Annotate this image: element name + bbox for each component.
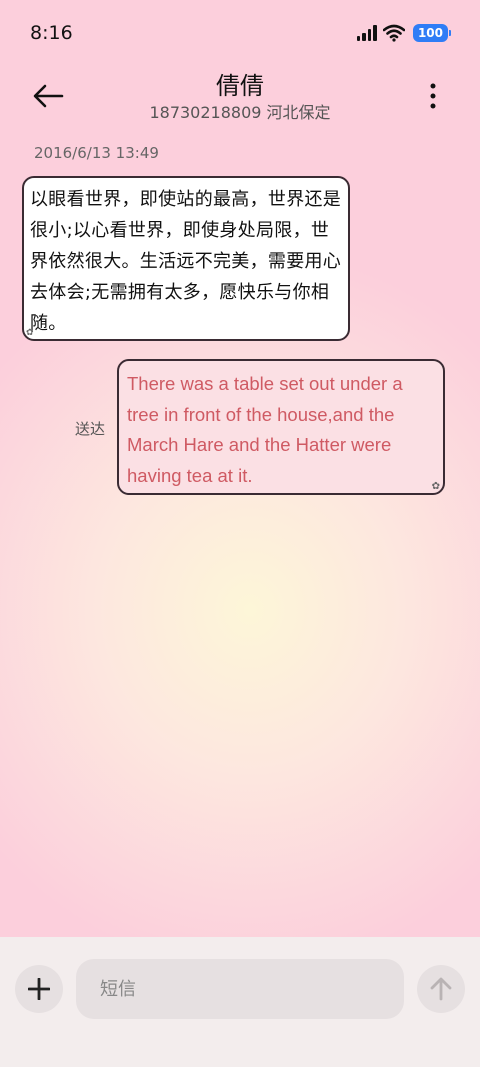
incoming-message-bubble[interactable]: 以眼看世界，即使站的最高，世界还是很小;以心看世界，即使身处局限，世界依然很大。…: [22, 176, 350, 341]
conversation-header: 倩倩 18730218809 河北保定: [0, 64, 480, 128]
status-time: 8:16: [30, 22, 73, 44]
status-icons: 100: [356, 22, 452, 44]
outgoing-message-bubble[interactable]: There was a table set out under a tree i…: [117, 359, 445, 495]
more-button[interactable]: [420, 78, 446, 114]
contact-detail: 18730218809 河北保定: [149, 103, 331, 122]
incoming-message-text: 以眼看世界，即使站的最高，世界还是很小;以心看世界，即使身处局限，世界依然很大。…: [30, 189, 342, 334]
delivery-status: 送达: [75, 420, 106, 438]
signal-icon: [356, 25, 377, 41]
contact-name: 倩倩: [216, 72, 264, 100]
add-attachment-button[interactable]: [15, 965, 63, 1013]
bubble-corner-decoration-icon: ✿: [26, 328, 34, 338]
wifi-icon: [382, 24, 405, 42]
outgoing-message-text: There was a table set out under a tree i…: [127, 373, 403, 486]
battery-icon: 100: [412, 24, 452, 42]
status-bar: 8:16 100: [0, 0, 480, 64]
send-button[interactable]: [417, 965, 465, 1013]
message-timestamp: 2016/6/13 13:49: [34, 144, 159, 162]
plus-icon: [28, 978, 50, 1000]
bubble-corner-decoration-icon: ✿: [431, 481, 440, 492]
sms-input[interactable]: [76, 959, 404, 1019]
send-arrow-icon: [430, 977, 452, 1001]
more-vertical-icon: [430, 83, 436, 109]
composer-bar: [0, 937, 480, 1067]
